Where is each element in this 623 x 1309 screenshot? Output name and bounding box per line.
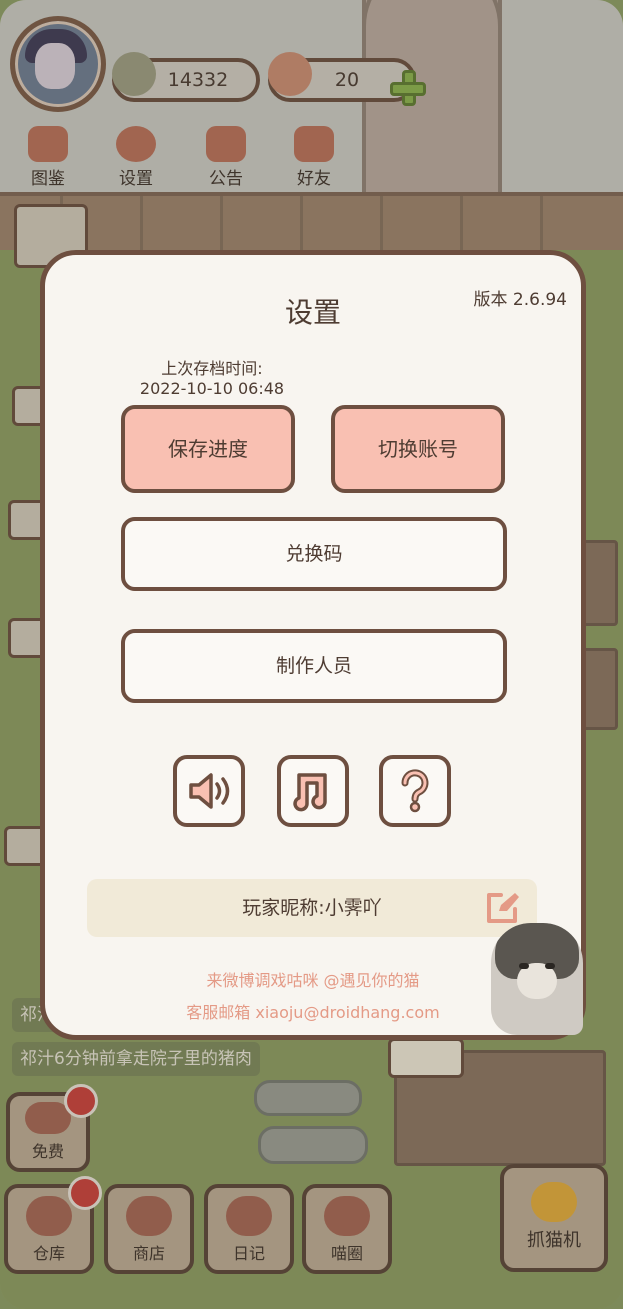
sound-button[interactable] — [173, 755, 245, 827]
sound-icon — [189, 773, 230, 809]
redeem-code-button[interactable]: 兑换码 — [121, 517, 507, 591]
music-icon — [293, 773, 327, 812]
save-progress-button[interactable]: 保存进度 — [121, 405, 295, 493]
credits-button[interactable]: 制作人员 — [121, 629, 507, 703]
switch-account-button[interactable]: 切换账号 — [331, 405, 505, 493]
last-save-time: 2022-10-10 06:48 — [139, 379, 285, 398]
help-icon — [401, 769, 429, 813]
nickname-field: 玩家昵称:小霁吖 — [87, 879, 537, 937]
version-label: 版本 2.6.94 — [473, 290, 567, 310]
help-button[interactable] — [379, 755, 451, 827]
last-save-info: 上次存档时间: 2022-10-10 06:48 — [137, 359, 287, 399]
edit-icon[interactable] — [485, 891, 519, 925]
last-save-label: 上次存档时间: — [161, 359, 263, 378]
nickname-value: 小霁吖 — [324, 897, 382, 919]
cat-photo — [491, 923, 583, 1035]
music-button[interactable] — [277, 755, 349, 827]
settings-dialog: 设置 版本 2.6.94 上次存档时间: 2022-10-10 06:48 保存… — [40, 250, 586, 1040]
nickname-label: 玩家昵称: — [242, 897, 325, 919]
game-screen: 14332 20 图鉴 设置 公告 好友 祁汁 祁汁6分钟前拿走院子里的猪肉 免… — [0, 0, 623, 1309]
